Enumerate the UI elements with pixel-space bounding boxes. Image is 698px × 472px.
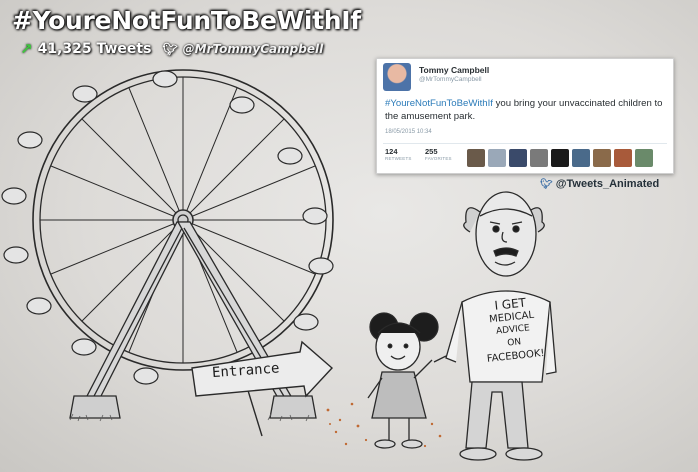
trending-arrow-icon: ↗	[20, 40, 33, 58]
avatar	[509, 149, 527, 167]
twitter-bird-icon: 🐦︎	[540, 179, 553, 190]
avatar	[614, 149, 632, 167]
avatar	[593, 149, 611, 167]
artist-credit: 🐦︎ @Tweets_Animated	[540, 178, 659, 190]
retweets-label: RETWEETS	[385, 156, 412, 161]
author-handle: @MrTommyCampbell	[182, 42, 324, 56]
avatar	[635, 149, 653, 167]
avatar	[383, 63, 411, 91]
favorites-label: FAVORITES	[425, 156, 452, 161]
artist-handle: @Tweets_Animated	[555, 178, 660, 190]
twitter-bird-icon: 🐦︎	[162, 42, 178, 56]
tweet-author-name: Tommy Campbell	[419, 65, 490, 75]
retweets-count: 124	[385, 147, 398, 156]
avatar	[530, 149, 548, 167]
shirt-slogan: I GET MEDICAL ADVICE ON FACEBOOK!	[455, 292, 571, 368]
trend-stats: ↗ 41,325 Tweets 🐦︎ @MrTommyCampbell	[20, 40, 323, 58]
trending-hashtag: #YoureNotFunToBeWithIf	[12, 6, 361, 35]
favorites-count: 255	[425, 147, 438, 156]
divider	[383, 143, 667, 144]
avatar	[551, 149, 569, 167]
tweet-hashtag-link[interactable]: #YoureNotFunToBeWithIf	[385, 98, 493, 109]
avatar	[488, 149, 506, 167]
tweet-author-username: @MrTommyCampbell	[419, 76, 482, 83]
tweet-count: 41,325 Tweets	[37, 41, 152, 57]
tweet-card: Tommy Campbell @MrTommyCampbell #YoureNo…	[376, 58, 674, 174]
favorites-stat: 255 FAVORITES	[425, 147, 452, 161]
avatar	[467, 149, 485, 167]
retweeter-avatars	[467, 149, 653, 167]
tweet-text: #YoureNotFunToBeWithIf you bring your un…	[385, 97, 665, 123]
child-figure	[367, 312, 439, 449]
cartoon-canvas: #YoureNotFunToBeWithIf ↗ 41,325 Tweets 🐦…	[0, 0, 698, 472]
avatar	[572, 149, 590, 167]
tweet-timestamp: 18/05/2015 10:34	[385, 129, 432, 135]
retweets-stat: 124 RETWEETS	[385, 147, 412, 161]
